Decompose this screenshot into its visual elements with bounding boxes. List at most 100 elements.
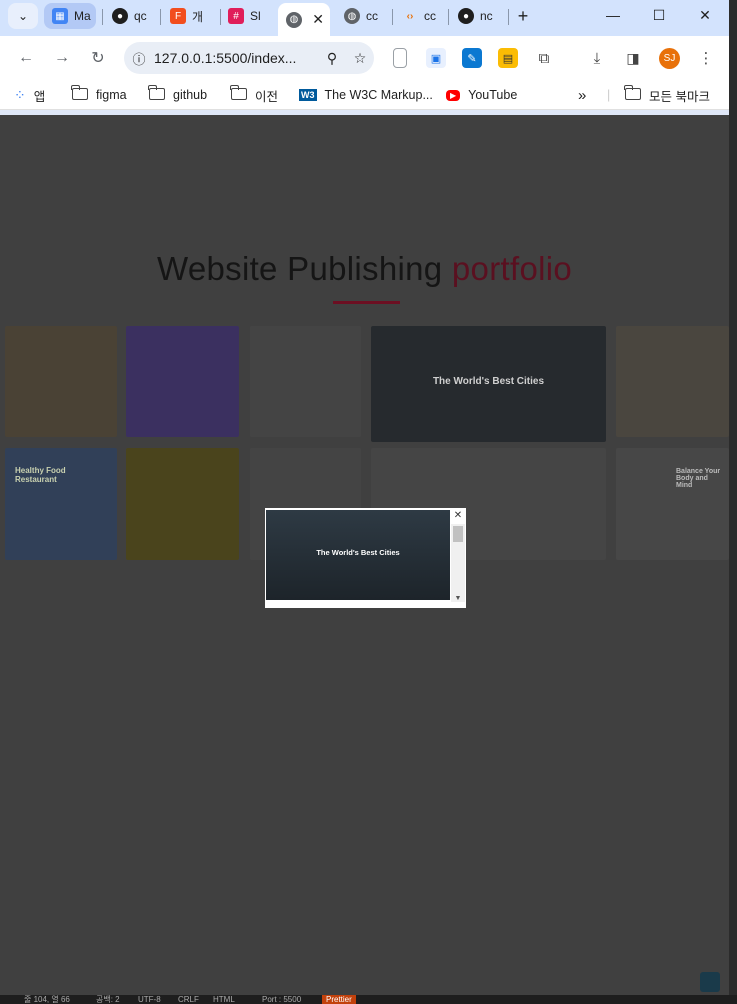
tab-separator bbox=[508, 9, 509, 25]
image-extension-icon[interactable]: ▤ bbox=[498, 48, 518, 68]
tab-search-button[interactable]: ⌄ bbox=[8, 3, 38, 29]
tab-active[interactable]: ◍ ✕ bbox=[278, 3, 330, 36]
bookmarks-divider: | bbox=[607, 88, 611, 102]
bookmark-figma[interactable]: figma bbox=[71, 84, 127, 104]
device-icon[interactable] bbox=[393, 48, 407, 68]
portfolio-thumbnail[interactable]: The World's Best Cities bbox=[371, 326, 606, 442]
plus-icon: + bbox=[517, 5, 529, 26]
zoom-icon[interactable]: ⚲ bbox=[318, 50, 346, 67]
folder-icon bbox=[148, 84, 165, 103]
bookmarks-bar: ⁘ 앱 figma github 이전 W3 The W3C Markup...… bbox=[0, 80, 729, 110]
status-indent[interactable]: 공백: 2 bbox=[96, 995, 120, 1004]
bookmark-apps[interactable]: ⁘ 앱 bbox=[14, 86, 45, 104]
url-text[interactable]: 127.0.0.1:5500/index... bbox=[154, 50, 318, 66]
browser-toolbar: ← → ↻ ⓘ 127.0.0.1:5500/index... ⚲ ☆ ▣ ✎ … bbox=[0, 36, 729, 80]
page-viewport: Website Publishing portfolio The World's… bbox=[0, 115, 729, 995]
side-panel-icon[interactable]: ◨ bbox=[623, 48, 643, 68]
corner-button[interactable] bbox=[700, 972, 720, 992]
status-live-server[interactable]: Port : 5500 bbox=[262, 995, 301, 1004]
more-bookmarks-button[interactable]: » bbox=[578, 86, 586, 104]
popup-scroll-thumb[interactable] bbox=[453, 526, 463, 542]
preview-popup[interactable]: The World's Best Cities ✕ ▼ bbox=[265, 508, 466, 608]
close-window-button[interactable]: ✕ bbox=[682, 0, 728, 30]
tab-strip: ⌄ ▦ Ma ● qc F 개 # Sl ◍ ✕ ◍ cc ‹› cc ● nc… bbox=[0, 0, 729, 36]
folder-icon bbox=[624, 84, 641, 103]
arrow-right-icon: → bbox=[54, 49, 70, 66]
globe-icon: ◍ bbox=[286, 11, 302, 28]
status-language[interactable]: HTML bbox=[213, 995, 235, 1004]
site-info-icon[interactable]: ⓘ bbox=[124, 49, 154, 68]
portfolio-thumbnail[interactable] bbox=[616, 326, 729, 437]
color-picker-extension-icon[interactable]: ✎ bbox=[462, 48, 482, 68]
tab-3[interactable]: F 개 bbox=[162, 3, 218, 29]
close-icon[interactable]: ✕ bbox=[452, 510, 464, 522]
tab-separator bbox=[448, 9, 449, 25]
globe-icon: ◍ bbox=[344, 8, 360, 24]
status-eol[interactable]: CRLF bbox=[178, 995, 199, 1004]
github-icon: ● bbox=[112, 8, 128, 24]
editor-statusbar: 줄 104, 열 66 공백: 2 UTF-8 CRLF HTML Port :… bbox=[0, 995, 737, 1004]
slack-icon: # bbox=[228, 8, 244, 24]
portfolio-thumbnail[interactable] bbox=[126, 326, 239, 437]
bookmark-w3c[interactable]: W3 The W3C Markup... bbox=[299, 86, 433, 104]
download-icon[interactable]: ⤓ bbox=[587, 48, 607, 68]
pages-extension-icon[interactable]: ▣ bbox=[426, 48, 446, 68]
chevron-down-icon: ⌄ bbox=[17, 9, 29, 23]
bookmark-star-icon[interactable]: ☆ bbox=[346, 50, 374, 67]
maximize-button[interactable]: ☐ bbox=[636, 0, 682, 30]
thumbnail-title: Healthy Food Restaurant bbox=[15, 466, 66, 484]
back-button[interactable]: ← bbox=[12, 44, 40, 72]
tab-7[interactable]: ‹› cc bbox=[394, 3, 446, 29]
browser-window: ⌄ ▦ Ma ● qc F 개 # Sl ◍ ✕ ◍ cc ‹› cc ● nc… bbox=[0, 0, 729, 1004]
tab-separator bbox=[392, 9, 393, 25]
avatar[interactable]: SJ bbox=[659, 48, 680, 69]
portfolio-thumbnail[interactable] bbox=[126, 448, 239, 560]
preview-title: The World's Best Cities bbox=[316, 548, 400, 557]
bookmark-youtube[interactable]: ▶ YouTube bbox=[446, 86, 517, 104]
tab-8[interactable]: ● nc bbox=[450, 3, 506, 29]
workspace-icon: ▦ bbox=[52, 8, 68, 24]
portfolio-thumbnail[interactable] bbox=[250, 326, 361, 437]
folder-icon bbox=[71, 84, 88, 103]
arrow-left-icon: ← bbox=[18, 49, 34, 66]
thumbnail-title: Balance Your Body and Mind bbox=[676, 468, 721, 489]
portfolio-thumbnail[interactable]: Healthy Food Restaurant bbox=[5, 448, 117, 560]
status-position[interactable]: 줄 104, 열 66 bbox=[24, 995, 70, 1004]
w3c-icon: W3 bbox=[299, 89, 317, 101]
youtube-icon: ▶ bbox=[446, 89, 461, 101]
folder-icon bbox=[230, 84, 247, 103]
editor-edge bbox=[729, 0, 737, 1004]
tab-1[interactable]: ▦ Ma bbox=[44, 3, 96, 29]
reload-icon: ↻ bbox=[91, 50, 105, 67]
tab-2[interactable]: ● qc bbox=[104, 3, 156, 29]
portfolio-thumbnail[interactable]: Balance Your Body and Mind bbox=[616, 448, 729, 560]
figma-icon: F bbox=[170, 8, 186, 24]
title-underline bbox=[333, 301, 400, 304]
extensions-puzzle-icon[interactable]: ⧉ bbox=[534, 48, 554, 68]
close-tab-icon[interactable]: ✕ bbox=[312, 11, 324, 28]
minimize-icon: — bbox=[606, 7, 620, 23]
forward-button[interactable]: → bbox=[48, 44, 76, 72]
bookmark-previous[interactable]: 이전 bbox=[230, 84, 278, 104]
maximize-icon: ☐ bbox=[652, 6, 666, 23]
reload-button[interactable]: ↻ bbox=[84, 44, 112, 72]
status-encoding[interactable]: UTF-8 bbox=[138, 995, 161, 1004]
minimize-button[interactable]: — bbox=[590, 0, 636, 30]
double-chevron-icon: » bbox=[578, 86, 587, 104]
tab-4[interactable]: # Sl bbox=[220, 3, 276, 29]
tab-6[interactable]: ◍ cc bbox=[336, 3, 388, 29]
page-title: Website Publishing portfolio bbox=[156, 250, 573, 287]
bookmark-all[interactable]: 모든 북마크 bbox=[624, 84, 710, 104]
github-icon: ● bbox=[458, 8, 474, 24]
code-icon: ‹› bbox=[406, 10, 414, 22]
address-bar[interactable]: ⓘ 127.0.0.1:5500/index... ⚲ ☆ bbox=[124, 42, 374, 74]
close-icon: ✕ bbox=[699, 6, 711, 23]
bookmark-github[interactable]: github bbox=[148, 84, 207, 104]
more-menu-icon[interactable]: ⋮ bbox=[696, 48, 716, 68]
tab-separator bbox=[160, 9, 161, 25]
status-prettier[interactable]: Prettier bbox=[322, 995, 356, 1004]
scroll-down-icon[interactable]: ▼ bbox=[452, 595, 464, 605]
new-tab-button[interactable]: + bbox=[512, 3, 534, 29]
portfolio-thumbnail[interactable] bbox=[5, 326, 117, 437]
thumbnail-title: The World's Best Cities bbox=[432, 376, 545, 387]
